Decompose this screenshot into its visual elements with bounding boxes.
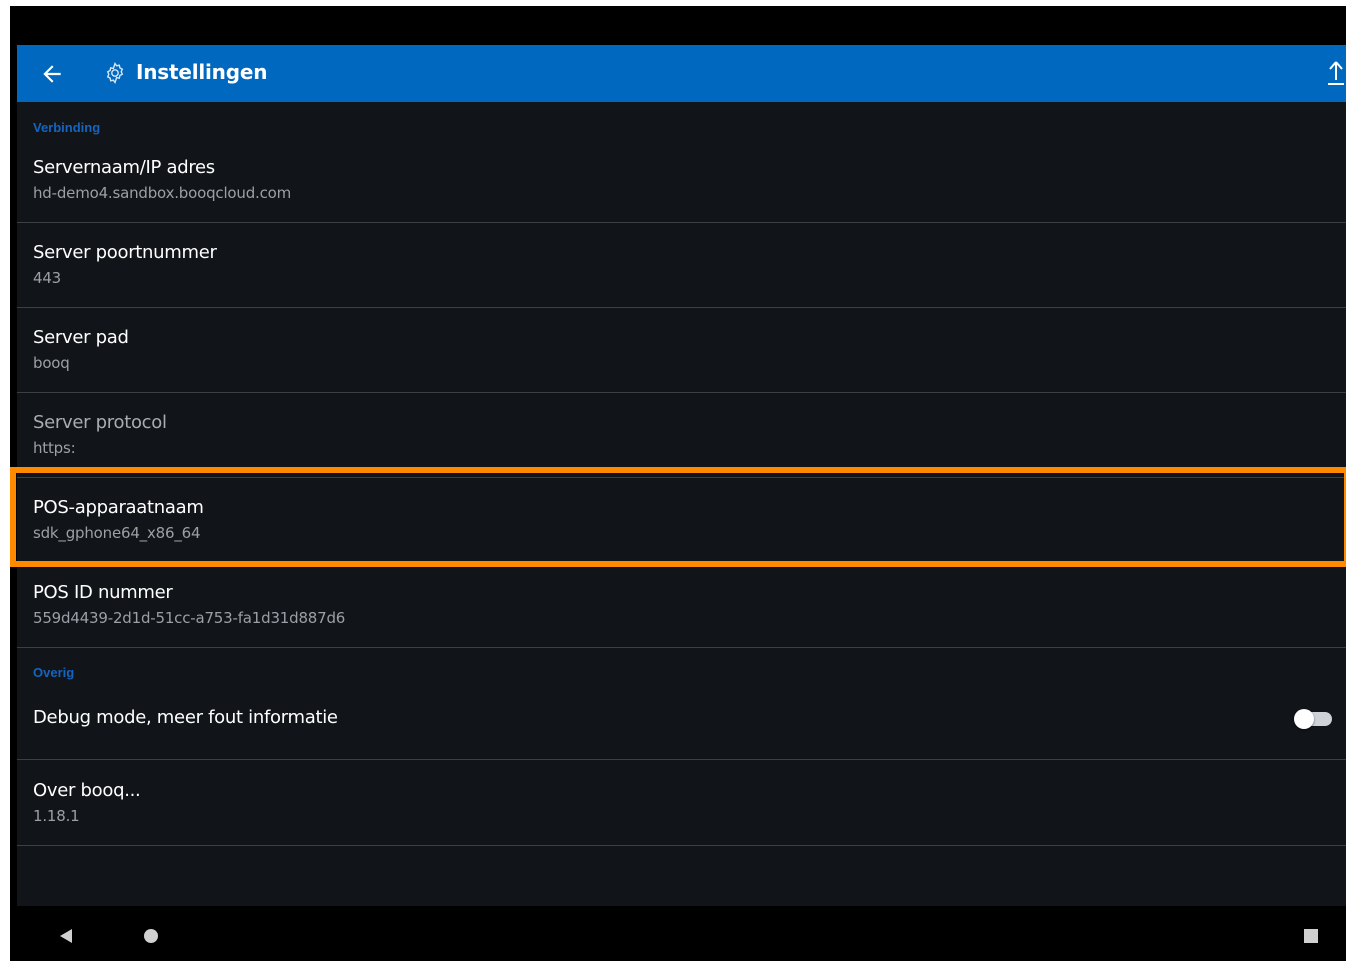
nav-home-icon[interactable]	[143, 928, 159, 944]
setting-value: sdk_gphone64_x86_64	[33, 524, 201, 542]
setting-value: https:	[33, 439, 76, 457]
setting-debug-mode[interactable]: Debug mode, meer fout informatie	[17, 677, 1346, 760]
setting-title: Server pad	[33, 327, 129, 348]
back-arrow-icon[interactable]	[39, 61, 65, 87]
setting-title: POS ID nummer	[33, 582, 173, 603]
setting-server-protocol: Server protocol https:	[17, 392, 1346, 478]
setting-server-path[interactable]: Server pad booq	[17, 307, 1346, 393]
setting-server-port[interactable]: Server poortnummer 443	[17, 222, 1346, 308]
device-screen: Instellingen Verbinding Servernaam/IP ad…	[10, 6, 1346, 961]
setting-value: hd-demo4.sandbox.booqcloud.com	[33, 184, 292, 202]
setting-title: Servernaam/IP adres	[33, 157, 215, 178]
setting-value: 1.18.1	[33, 807, 80, 825]
section-header-verbinding: Verbinding	[33, 120, 101, 135]
page-title: Instellingen	[136, 60, 268, 84]
upload-icon[interactable]	[1326, 59, 1346, 87]
setting-value: 443	[33, 269, 62, 287]
settings-list: Verbinding Servernaam/IP adres hd-demo4.…	[17, 102, 1346, 906]
system-nav-bar	[10, 906, 1346, 961]
setting-value: booq	[33, 354, 70, 372]
setting-title: Debug mode, meer fout informatie	[33, 707, 338, 728]
setting-title: POS-apparaatnaam	[33, 497, 204, 518]
app-bar: Instellingen	[17, 45, 1346, 102]
toggle-thumb	[1294, 709, 1314, 729]
nav-back-icon[interactable]	[58, 928, 74, 944]
gear-icon	[106, 61, 124, 85]
setting-title: Server poortnummer	[33, 242, 217, 263]
nav-recents-icon[interactable]	[1304, 929, 1318, 943]
setting-server-name[interactable]: Servernaam/IP adres hd-demo4.sandbox.boo…	[17, 137, 1346, 223]
setting-pos-id[interactable]: POS ID nummer 559d4439-2d1d-51cc-a753-fa…	[17, 562, 1346, 648]
setting-title: Server protocol	[33, 412, 167, 433]
setting-value: 559d4439-2d1d-51cc-a753-fa1d31d887d6	[33, 609, 346, 627]
setting-title: Over booq...	[33, 780, 141, 801]
setting-about[interactable]: Over booq... 1.18.1	[17, 760, 1346, 846]
debug-mode-toggle[interactable]	[1294, 709, 1334, 729]
setting-pos-device-name[interactable]: POS-apparaatnaam sdk_gphone64_x86_64	[17, 477, 1346, 563]
